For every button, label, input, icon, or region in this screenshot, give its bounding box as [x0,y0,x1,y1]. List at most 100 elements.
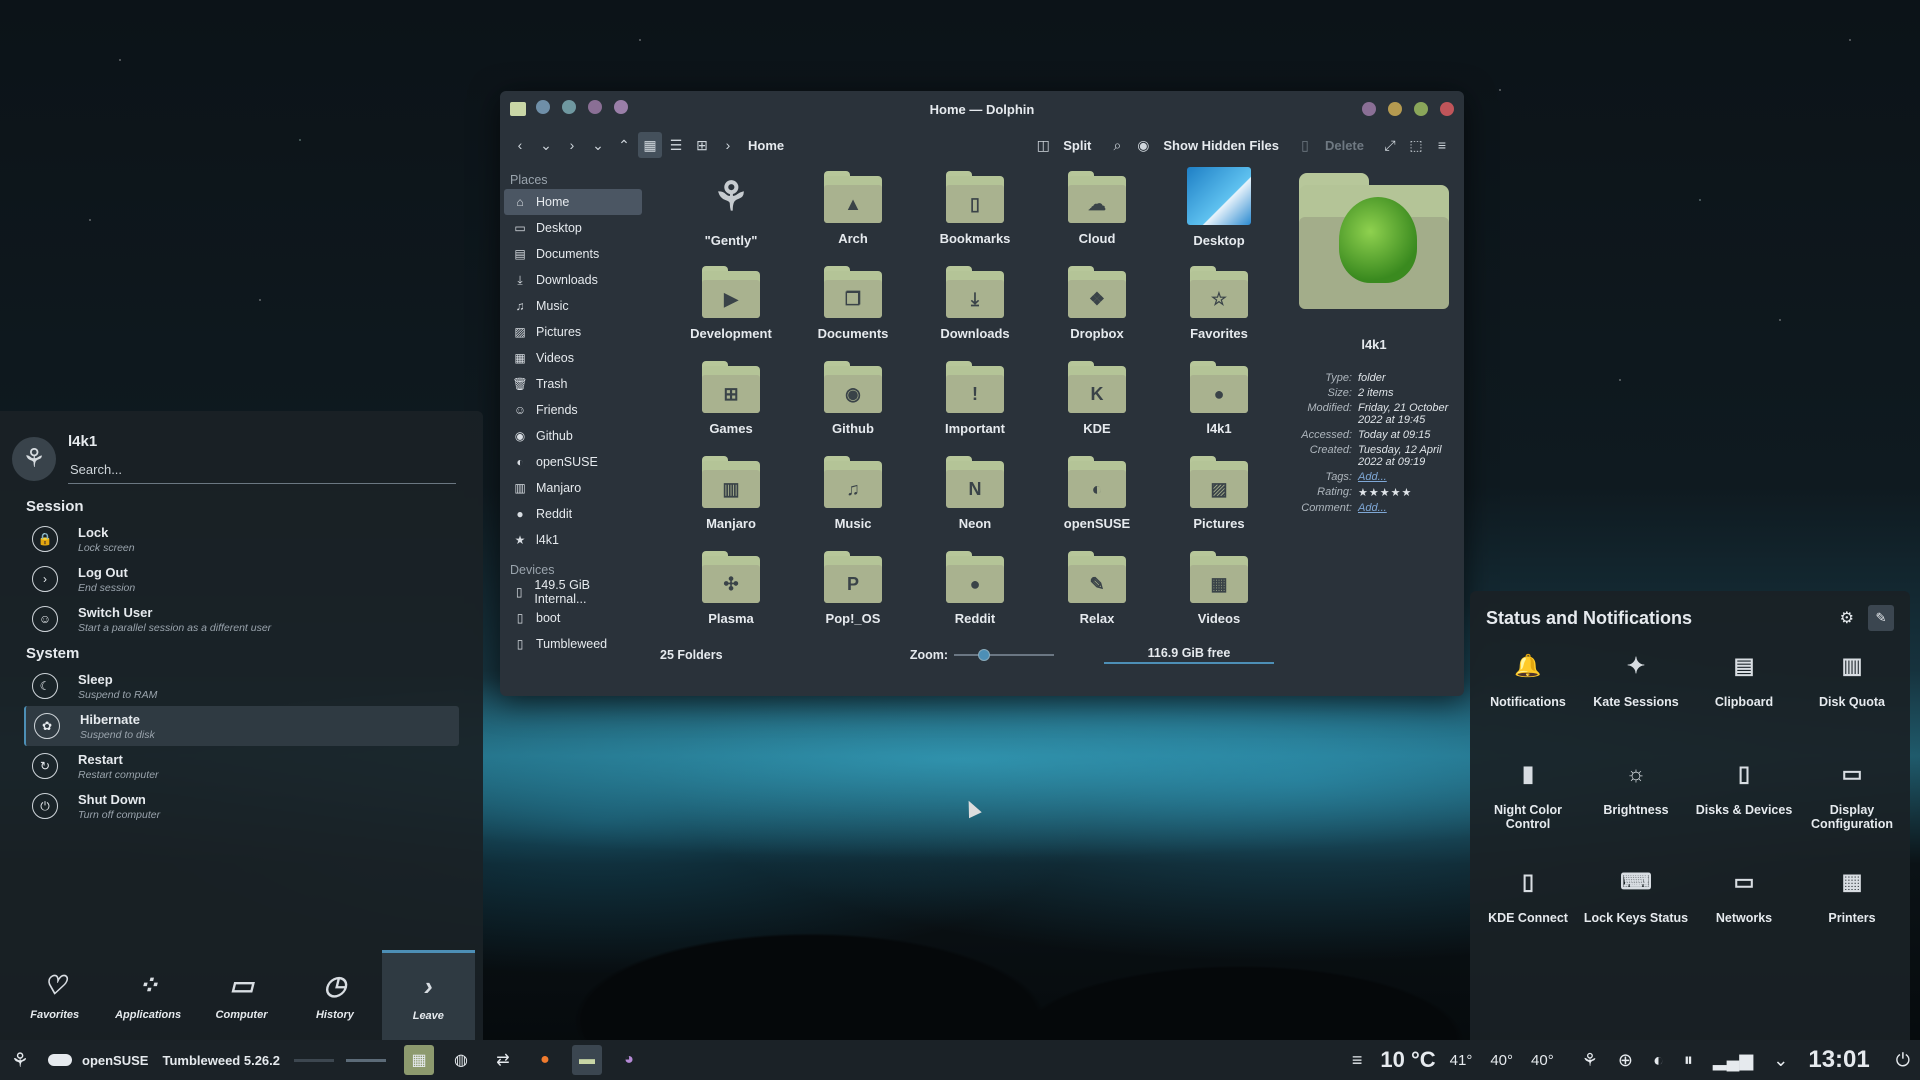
color-picker-icon[interactable]: ◕ [614,1045,644,1075]
places-item-github[interactable]: ◉ Github [504,423,642,449]
split-button[interactable]: Split [1063,138,1091,153]
network-app-icon[interactable]: ◍ [446,1045,476,1075]
places-item-videos[interactable]: ▦ Videos [504,345,642,371]
device-item[interactable]: ▯ boot [504,605,642,631]
hamburger-menu-icon[interactable]: ≡ [1430,132,1454,158]
file-item[interactable]: P Pop!_OS [792,545,914,640]
device-item[interactable]: ▯ 149.5 GiB Internal... [504,578,642,606]
tab-computer[interactable]: ▭ Computer [195,950,288,1040]
file-item[interactable]: ▨ Pictures [1158,450,1280,545]
tab-leave[interactable]: › Leave [381,950,476,1040]
tab-favorites[interactable]: ♡ Favorites [8,950,101,1040]
file-item[interactable]: Desktop [1158,165,1280,260]
night-color-icon[interactable]: ◐ [1653,1050,1664,1071]
file-item[interactable]: ▯ Bookmarks [914,165,1036,260]
lock-button[interactable]: 🔒 Lock Lock screen [24,519,459,559]
status-item-lock-keys-status[interactable]: ⌨ Lock Keys Status [1582,869,1690,977]
search-icon[interactable]: ⌕ [1105,132,1129,158]
tab-history[interactable]: ◷ History [288,950,381,1040]
status-item-networks[interactable]: ▭ Networks [1690,869,1798,977]
pin-icon[interactable]: ✎ [1868,605,1894,631]
places-item-reddit[interactable]: ● Reddit [504,501,642,527]
back-icon[interactable]: ‹ [508,132,532,158]
file-item[interactable]: N Neon [914,450,1036,545]
maximize-button[interactable] [1388,102,1402,116]
avatar[interactable]: ⚘ [12,436,56,481]
shut-down-button[interactable]: ⏻ Shut Down Turn off computer [24,786,459,826]
free-space[interactable]: 116.9 GiB free [1104,646,1274,664]
thumbnail-icon[interactable]: ▦ [404,1045,434,1075]
close-button[interactable] [1440,102,1454,116]
eye-icon[interactable]: ◉ [1131,132,1155,158]
keep-above-button[interactable] [1414,102,1428,116]
status-item-kde-connect[interactable]: ▯ KDE Connect [1474,869,1582,977]
up-icon[interactable]: ⌃ [612,132,636,158]
weather-icon[interactable]: ≡ [1352,1050,1363,1071]
places-item-opensuse[interactable]: ◐ openSUSE [504,449,642,475]
places-item-documents[interactable]: ▤ Documents [504,241,642,267]
file-item[interactable]: ✣ Plasma [670,545,792,640]
hibernate-button[interactable]: ✿ Hibernate Suspend to disk [24,706,459,746]
zoom-slider[interactable] [954,649,1054,661]
cpu-temp-2[interactable]: 40° [1490,1052,1513,1069]
compact-view-icon[interactable]: ⊞ [690,132,714,158]
file-item[interactable]: ✎ Relax [1036,545,1158,640]
log-out-button[interactable]: › Log Out End session [24,559,459,599]
title-bar[interactable]: Home — Dolphin [500,91,1464,127]
places-item-friends[interactable]: ☺ Friends [504,397,642,423]
places-item-pictures[interactable]: ▨ Pictures [504,319,642,345]
status-item-notifications[interactable]: 🔔 Notifications [1474,653,1582,761]
places-item-home[interactable]: ⌂ Home [504,189,642,215]
search-input[interactable]: Search... [68,460,456,484]
icons-view-icon[interactable]: ▦ [638,132,662,158]
network-signal-icon[interactable]: ▂▄▆ [1713,1050,1753,1071]
minimize-button[interactable] [1362,102,1376,116]
launcher-icon[interactable]: ⚘ [0,1048,40,1073]
titlebar-button-2[interactable] [562,99,576,114]
status-item-disk-quota[interactable]: ▥ Disk Quota [1798,653,1906,761]
status-item-brightness[interactable]: ☼ Brightness [1582,761,1690,869]
weather-temp[interactable]: 10 °C [1380,1047,1435,1073]
status-item-printers[interactable]: ▦ Printers [1798,869,1906,977]
cpu-temp-3[interactable]: 40° [1531,1052,1554,1069]
details-view-icon[interactable]: ☰ [664,132,688,158]
file-item[interactable]: K KDE [1036,355,1158,450]
status-item-disks-devices[interactable]: ▯ Disks & Devices [1690,761,1798,869]
forward-icon[interactable]: › [560,132,584,158]
status-item-clipboard[interactable]: ▤ Clipboard [1690,653,1798,761]
delete-button[interactable]: Delete [1325,138,1364,153]
toggle-icon[interactable] [48,1054,72,1066]
zoom-slider-handle[interactable] [978,649,990,661]
places-item-music[interactable]: ♫ Music [504,293,642,319]
titlebar-button-4[interactable] [614,99,628,114]
pager-desktop-2[interactable] [346,1058,386,1062]
titlebar-button-3[interactable] [588,99,602,114]
file-item[interactable]: ☆ Favorites [1158,260,1280,355]
trash-icon[interactable]: ▯ [1293,132,1317,158]
places-item-manjaro[interactable]: ▥ Manjaro [504,475,642,501]
restart-button[interactable]: ↻ Restart Restart computer [24,746,459,786]
gear-icon[interactable]: ⚙ [1840,608,1854,628]
titlebar-button-1[interactable] [536,99,550,114]
show-hidden-files-button[interactable]: Show Hidden Files [1163,138,1279,153]
device-item[interactable]: ▯ Tumbleweed [504,631,642,657]
power-icon[interactable]: ⏻ [1896,1050,1910,1071]
forward-history-icon[interactable]: ⌄ [586,132,610,158]
breadcrumb[interactable]: Home [748,138,784,153]
file-item[interactable]: ⊞ Games [670,355,792,450]
sleep-button[interactable]: ☾ Sleep Suspend to RAM [24,666,459,706]
file-item[interactable]: ◐ openSUSE [1036,450,1158,545]
places-item-trash[interactable]: 🗑 Trash [504,371,642,397]
status-item-night-color-control[interactable]: ▮ Night Color Control [1474,761,1582,869]
firefox-icon[interactable]: ● [530,1045,560,1075]
kde-logo-icon[interactable]: ⚘ [1582,1050,1598,1071]
status-item-kate-sessions[interactable]: ✦ Kate Sessions [1582,653,1690,761]
tags-add-link[interactable]: Add... [1358,471,1456,483]
file-item[interactable]: ⤓ Downloads [914,260,1036,355]
places-item-downloads[interactable]: ⤓ Downloads [504,267,642,293]
file-item[interactable]: ❖ Dropbox [1036,260,1158,355]
file-item[interactable]: ▦ Videos [1158,545,1280,640]
settings-app-icon[interactable]: ⇄ [488,1045,518,1075]
preview-icon[interactable]: ⤢ [1378,132,1402,158]
rating-stars[interactable]: ★★★★★ [1358,486,1456,499]
